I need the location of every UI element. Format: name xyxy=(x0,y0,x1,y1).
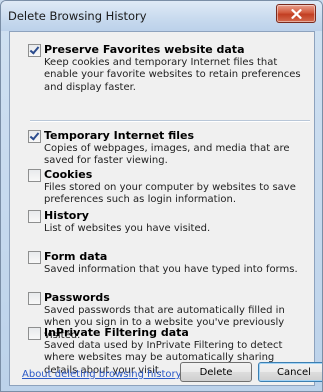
option-description: Keep cookies and temporary Internet file… xyxy=(44,57,301,93)
delete-browsing-history-dialog: Delete Browsing History Preserve Favorit… xyxy=(0,0,323,392)
checkbox-cookies[interactable] xyxy=(28,169,41,182)
option-label: Preserve Favorites website data xyxy=(44,43,245,56)
checkbox-passwords[interactable] xyxy=(28,292,41,305)
checkbox-inprivate-filtering-data[interactable] xyxy=(28,327,41,340)
checkbox-history[interactable] xyxy=(28,210,41,223)
close-button[interactable] xyxy=(276,4,316,23)
divider xyxy=(30,120,310,122)
option-label: Temporary Internet files xyxy=(44,129,195,142)
option-description: Files stored on your computer by website… xyxy=(44,182,296,206)
title-bar: Delete Browsing History xyxy=(1,1,322,31)
about-deleting-history-link[interactable]: About deleting browsing history xyxy=(22,369,182,380)
close-icon xyxy=(290,8,302,19)
checkbox-form-data[interactable] xyxy=(28,251,41,264)
option-description: List of websites you have visited. xyxy=(44,223,211,234)
option-description: Saved information that you have typed in… xyxy=(44,264,298,275)
option-label: Passwords xyxy=(44,291,110,304)
dialog-body: Preserve Favorites website data Keep coo… xyxy=(9,31,322,386)
checkbox-temporary-internet-files[interactable] xyxy=(28,130,41,143)
cancel-button[interactable]: Cancel xyxy=(258,362,322,382)
option-description: Copies of webpages, images, and media th… xyxy=(44,143,290,167)
delete-button[interactable]: Delete xyxy=(180,362,252,382)
option-label: Cookies xyxy=(44,168,93,181)
window-title: Delete Browsing History xyxy=(8,9,147,23)
option-label: InPrivate Filtering data xyxy=(44,326,189,339)
option-label: Form data xyxy=(44,250,108,263)
option-label: History xyxy=(44,209,89,222)
checkbox-preserve-favorites[interactable] xyxy=(28,44,41,57)
